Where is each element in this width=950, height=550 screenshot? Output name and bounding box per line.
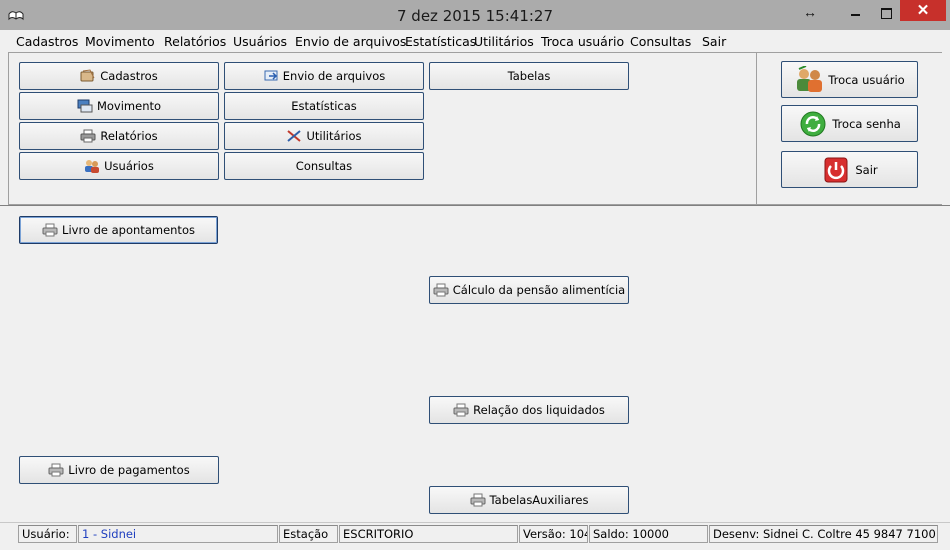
printer-icon <box>80 129 96 143</box>
printer-icon <box>48 463 64 477</box>
troca-usuario-button[interactable]: Troca usuário <box>781 61 918 98</box>
menu-envio[interactable]: Envio de arquivos <box>295 34 406 49</box>
menu-consultas[interactable]: Consultas <box>630 34 691 49</box>
menu-sair[interactable]: Sair <box>702 34 726 49</box>
relatorios-label: Relatórios <box>100 129 158 143</box>
users-icon <box>85 160 100 173</box>
troca-usuario-label: Troca usuário <box>828 72 905 87</box>
printer-icon <box>453 403 469 417</box>
troca-senha-button[interactable]: Troca senha <box>781 105 918 142</box>
printer-icon <box>42 223 58 237</box>
movimento-label: Movimento <box>96 99 162 113</box>
relatorios-button[interactable]: Relatórios <box>19 122 219 150</box>
status-usuario-value: 1 - Sidnei <box>78 525 278 543</box>
livro-apontamentos-button[interactable]: Livro de apontamentos <box>19 216 218 244</box>
relacao-liquidados-button[interactable]: Relação dos liquidados <box>429 396 629 424</box>
title-bar: 7 dez 2015 15:41:27 ↔ ✕ <box>0 0 950 30</box>
livro-apontamentos-label: Livro de apontamentos <box>62 223 195 237</box>
menu-usuarios[interactable]: Usuários <box>233 34 287 49</box>
cadastros-icon <box>80 69 95 82</box>
relacao-liquidados-label: Relação dos liquidados <box>473 403 605 417</box>
tools-icon <box>287 130 302 142</box>
resize-icon[interactable]: ↔ <box>800 4 820 22</box>
calculo-pensao-label: Cálculo da pensão alimentícia <box>452 283 626 297</box>
status-estacao-value: ESCRITORIO <box>339 525 518 543</box>
menu-cadastros[interactable]: Cadastros <box>16 34 78 49</box>
envio-button[interactable]: Envio de arquivos <box>224 62 424 90</box>
sair-button[interactable]: Sair <box>781 151 918 188</box>
menu-movimento[interactable]: Movimento <box>85 34 155 49</box>
usuarios-label: Usuários <box>104 159 154 173</box>
switch-user-icon <box>797 65 823 92</box>
menu-utilitarios[interactable]: Utilitários <box>474 34 534 49</box>
utilitarios-button[interactable]: Utilitários <box>224 122 424 150</box>
status-estacao-label: Estação <box>279 525 338 543</box>
troca-senha-label: Troca senha <box>832 116 901 131</box>
consultas-label: Consultas <box>295 159 353 173</box>
minimize-button[interactable] <box>846 4 866 22</box>
cadastros-button[interactable]: Cadastros <box>19 62 219 90</box>
estatisticas-label: Estatísticas <box>291 99 357 113</box>
close-button[interactable]: ✕ <box>900 0 946 21</box>
consultas-button[interactable]: Consultas <box>224 152 424 180</box>
sair-label: Sair <box>855 162 878 177</box>
usuarios-button[interactable]: Usuários <box>19 152 219 180</box>
tabelas-auxiliares-label: TabelasAuxiliares <box>489 493 589 507</box>
refresh-icon <box>800 111 826 136</box>
menu-relatorios[interactable]: Relatórios <box>164 34 226 49</box>
panel-separator <box>0 205 950 206</box>
estatisticas-button[interactable]: Estatísticas <box>224 92 424 120</box>
utilitarios-label: Utilitários <box>306 129 362 143</box>
printer-icon <box>470 493 486 507</box>
movimento-button[interactable]: Movimento <box>19 92 219 120</box>
status-usuario-label: Usuário: <box>18 525 77 543</box>
maximize-button[interactable] <box>876 4 896 22</box>
livro-pagamentos-button[interactable]: Livro de pagamentos <box>19 456 219 484</box>
envio-label: Envio de arquivos <box>282 69 386 83</box>
panel-divider <box>756 52 757 205</box>
status-versao: Versão: 104 <box>519 525 588 543</box>
movimento-icon <box>77 99 93 113</box>
send-file-icon <box>264 70 278 81</box>
tabelas-label: Tabelas <box>507 69 551 83</box>
status-desenv: Desenv: Sidnei C. Coltre 45 9847 7100 <box>709 525 938 543</box>
calculo-pensao-button[interactable]: Cálculo da pensão alimentícia <box>429 276 629 304</box>
menu-estatisticas[interactable]: Estatísticas <box>405 34 476 49</box>
tabelas-button[interactable]: Tabelas <box>429 62 629 90</box>
printer-icon <box>433 283 449 297</box>
menu-troca-usuario[interactable]: Troca usuário <box>541 34 624 49</box>
menu-bar: Cadastros Movimento Relatórios Usuários … <box>0 30 950 51</box>
status-saldo: Saldo: 10000 <box>589 525 708 543</box>
livro-pagamentos-label: Livro de pagamentos <box>68 463 190 477</box>
tabelas-auxiliares-button[interactable]: TabelasAuxiliares <box>429 486 629 514</box>
cadastros-label: Cadastros <box>100 69 158 83</box>
power-icon <box>824 157 848 182</box>
